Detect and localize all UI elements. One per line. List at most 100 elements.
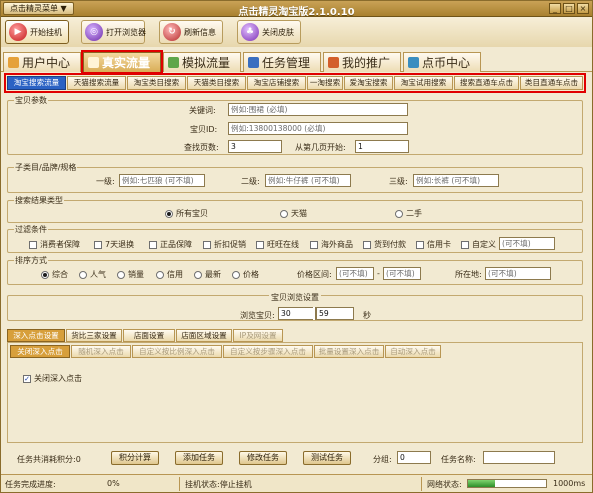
level3-input[interactable]: 例如:长裤 (可不填) — [413, 174, 499, 187]
result-type-label: 搜索结果类型 — [14, 195, 64, 206]
result-used-label: 二手 — [406, 209, 422, 218]
tab-compare-three[interactable]: 货比三家设置 — [66, 329, 122, 342]
tab-user-center-label: 用户中心 — [22, 56, 71, 70]
start-hosting-label: 开始挂机 — [30, 27, 62, 37]
tab-sim-traffic[interactable]: 模拟流量 — [163, 52, 241, 72]
filter-discount[interactable]: 折扣促销 — [203, 239, 246, 250]
tab-user-center[interactable]: 用户中心 — [3, 52, 81, 72]
sort-sales-label: 销量 — [128, 270, 144, 279]
tab-deep-click[interactable]: 深入点击设置 — [7, 329, 65, 342]
result-all-radio[interactable]: 所有宝贝 — [165, 208, 208, 219]
checkbox — [256, 240, 264, 249]
filter-credit-card[interactable]: 信用卡 — [416, 239, 451, 250]
filter-label: 过滤条件 — [14, 224, 48, 235]
group-input[interactable]: 0 — [397, 451, 431, 464]
test-task-button[interactable]: 测试任务 — [303, 451, 351, 465]
filter-overseas[interactable]: 海外商品 — [310, 239, 353, 250]
checkbox — [149, 240, 157, 249]
location-input[interactable]: (可不填) — [485, 267, 551, 280]
leaf-icon — [168, 57, 179, 68]
minimize-button[interactable]: _ — [549, 3, 561, 14]
level2-input[interactable]: 例如:牛仔裤 (可不填) — [265, 174, 351, 187]
radio-dot — [41, 270, 49, 279]
status-divider — [421, 477, 422, 491]
add-task-button[interactable]: 添加任务 — [175, 451, 223, 465]
filter-genuine[interactable]: 正品保障 — [149, 239, 192, 250]
checkbox-checked: ✓ — [23, 374, 31, 383]
network-bar — [467, 479, 547, 488]
task-name-input[interactable] — [483, 451, 555, 464]
filter-discount-label: 折扣促销 — [214, 240, 246, 249]
category-label: 子类目/品牌/规格 — [14, 162, 78, 173]
keyword-input[interactable]: 例如:围裙 (必填) — [228, 103, 408, 116]
tab-my-promo[interactable]: 我的推广 — [323, 52, 401, 72]
highlight-box-main-tab — [81, 50, 163, 74]
filter-custom[interactable]: 自定义 — [461, 239, 496, 250]
filter-overseas-label: 海外商品 — [321, 240, 353, 249]
tab-task-manage-label: 任务管理 — [262, 56, 311, 70]
sort-comprehensive-radio[interactable]: 综合 — [41, 269, 68, 280]
browse-settings-label: 宝贝浏览设置 — [269, 292, 321, 303]
item-id-input[interactable]: 例如:13800138000 (必填) — [228, 122, 408, 135]
filter-credit-card-label: 信用卡 — [427, 240, 451, 249]
checkbox — [29, 240, 37, 249]
start-hosting-button[interactable]: ▶ 开始挂机 — [5, 20, 69, 44]
calc-points-button[interactable]: 积分计算 — [111, 451, 159, 465]
browse-min-input[interactable]: 30 — [278, 307, 316, 320]
radio-dot — [156, 270, 164, 279]
sort-popularity-radio[interactable]: 人气 — [79, 269, 106, 280]
radio-dot — [194, 270, 202, 279]
browse-max-input[interactable]: 59 — [316, 307, 354, 320]
tab-shop-settings[interactable]: 店面设置 — [123, 329, 175, 342]
sort-credit-label: 信用 — [167, 270, 183, 279]
tab-ratio-deep-click[interactable]: 自定义按比例深入点击 — [132, 345, 222, 358]
tab-random-deep-click[interactable]: 随机深入点击 — [71, 345, 131, 358]
price-max-input[interactable]: (可不填) — [383, 267, 421, 280]
open-browser-button[interactable]: ◎ 打开浏览器 — [81, 20, 146, 44]
filter-consumer-guarantee[interactable]: 消费者保障 — [29, 239, 80, 250]
maximize-button[interactable]: □ — [563, 3, 575, 14]
filter-wangwang-online[interactable]: 旺旺在线 — [256, 239, 299, 250]
location-label: 所在地: — [455, 270, 482, 279]
globe-icon: ◎ — [85, 23, 103, 41]
close-skin-button[interactable]: ♣ 关闭皮肤 — [237, 20, 301, 44]
level1-input[interactable]: 例如:七匹狼 (可不填) — [119, 174, 205, 187]
app-window: 点击精灵菜单 ▼ 点击精灵淘宝版2.1.0.10 _ □ × ▶ 开始挂机 ◎ … — [0, 0, 593, 493]
sort-sales-radio[interactable]: 销量 — [117, 269, 144, 280]
sort-newest-label: 最新 — [205, 270, 221, 279]
close-deep-click-checkbox[interactable]: ✓ 关闭深入点击 — [23, 373, 82, 384]
sort-price-radio[interactable]: 价格 — [232, 269, 259, 280]
start-page-label: 从第几页开始: — [295, 143, 346, 152]
tab-batch-deep-click[interactable]: 批量设置深入点击 — [314, 345, 384, 358]
tab-task-manage[interactable]: 任务管理 — [243, 52, 321, 72]
tab-ip-network[interactable]: IP及网设置 — [233, 329, 283, 342]
tab-my-promo-label: 我的推广 — [342, 56, 391, 70]
tab-close-deep-click[interactable]: 关闭深入点击 — [10, 345, 70, 358]
price-dash: - — [377, 269, 380, 278]
checkbox — [94, 240, 102, 249]
checkbox — [203, 240, 211, 249]
tab-coin-center[interactable]: 点币中心 — [403, 52, 481, 72]
sort-credit-radio[interactable]: 信用 — [156, 269, 183, 280]
tab-auto-deep-click[interactable]: 自动深入点击 — [385, 345, 441, 358]
tab-shop-area[interactable]: 店面区域设置 — [176, 329, 232, 342]
filter-genuine-label: 正品保障 — [160, 240, 192, 249]
filter-wangwang-online-label: 旺旺在线 — [267, 240, 299, 249]
filter-7day-return[interactable]: 7天退换 — [94, 239, 134, 250]
filter-custom-input[interactable]: (可不填) — [499, 237, 555, 250]
refresh-info-button[interactable]: ↻ 刷新信息 — [159, 20, 223, 44]
points-consumed-label: 任务共消耗积分:0 — [17, 455, 81, 464]
sort-price-label: 价格 — [243, 270, 259, 279]
close-button[interactable]: × — [577, 3, 589, 14]
result-used-radio[interactable]: 二手 — [395, 208, 422, 219]
price-min-input[interactable]: (可不填) — [336, 267, 374, 280]
keyword-label: 关键词: — [189, 106, 216, 115]
filter-cod[interactable]: 货到付款 — [363, 239, 406, 250]
start-page-input[interactable]: 1 — [355, 140, 409, 153]
tab-step-deep-click[interactable]: 自定义按步骤深入点击 — [223, 345, 313, 358]
edit-task-button[interactable]: 修改任务 — [239, 451, 287, 465]
deep-click-tabs: 关闭深入点击 随机深入点击 自定义按比例深入点击 自定义按步骤深入点击 批量设置… — [10, 345, 580, 358]
pages-input[interactable]: 3 — [228, 140, 282, 153]
result-tmall-radio[interactable]: 天猫 — [280, 208, 307, 219]
sort-newest-radio[interactable]: 最新 — [194, 269, 221, 280]
